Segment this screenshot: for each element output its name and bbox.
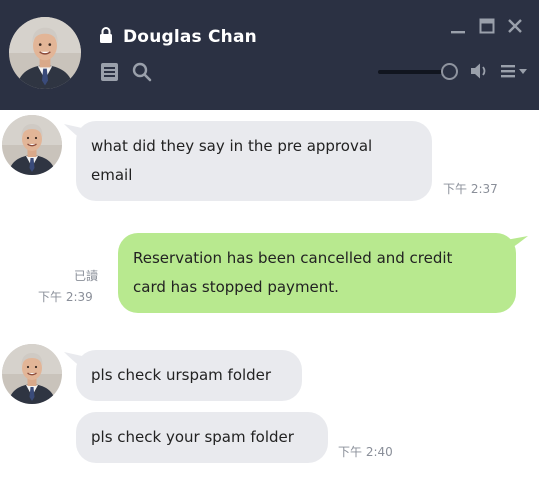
message-text-line: pls check your spam folder [91, 428, 294, 446]
close-icon[interactable] [507, 18, 523, 38]
message-bubble[interactable]: Reservation has been cancelled and credi… [118, 233, 516, 313]
message-bubble[interactable]: pls check urspam folder [76, 350, 302, 401]
message-list[interactable]: what did they say in the pre approval em… [0, 110, 539, 488]
search-icon[interactable] [132, 62, 152, 86]
chat-header: Douglas Chan [0, 0, 539, 110]
message-text-line: pls check urspam folder [91, 366, 272, 384]
notes-icon[interactable] [100, 62, 119, 86]
message-timestamp: 下午 2:40 [338, 445, 393, 459]
contact-avatar[interactable] [9, 17, 81, 89]
read-receipt: 已讀 [74, 269, 99, 283]
message-timestamp: 下午 2:39 [38, 290, 93, 304]
sender-avatar[interactable] [2, 115, 62, 175]
message-text-line: email [91, 166, 133, 184]
title-row: Douglas Chan [99, 26, 257, 48]
bubble-tail [506, 236, 528, 252]
volume-icon[interactable] [470, 62, 490, 84]
maximize-icon[interactable] [479, 18, 495, 38]
message-timestamp: 下午 2:37 [443, 182, 498, 196]
message-text-line: card has stopped payment. [133, 278, 339, 296]
volume-slider-handle[interactable] [441, 63, 458, 80]
sender-avatar[interactable] [2, 344, 62, 404]
message-bubble[interactable]: what did they say in the pre approval em… [76, 121, 432, 201]
menu-icon[interactable] [500, 63, 530, 83]
message-text-line: Reservation has been cancelled and credi… [133, 249, 453, 267]
message-text-line: what did they say in the pre approval [91, 137, 373, 155]
message-bubble[interactable]: pls check your spam folder [76, 412, 328, 463]
minimize-icon[interactable] [450, 16, 466, 40]
lock-icon [99, 27, 113, 47]
contact-name[interactable]: Douglas Chan [123, 27, 257, 47]
